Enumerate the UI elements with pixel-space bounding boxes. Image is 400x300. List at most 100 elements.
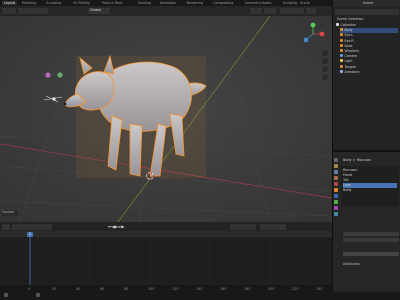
shading-options-button[interactable]	[306, 8, 316, 14]
viewport-footer[interactable]: Toolbar	[2, 210, 18, 216]
outliner-row[interactable]: Armature	[340, 69, 398, 75]
viewport-header: Global	[0, 6, 332, 16]
texture-tab-icon[interactable]	[334, 212, 338, 216]
workspace-tab[interactable]: Scripting	[283, 1, 297, 5]
timeline-menus[interactable]	[12, 223, 52, 230]
outliner-row[interactable]: Camera	[340, 54, 398, 59]
eye-object-left[interactable]	[45, 72, 51, 78]
properties-field-1[interactable]	[343, 232, 399, 236]
material-tab-icon[interactable]	[334, 206, 338, 210]
workspace-tab[interactable]: Sculpting	[46, 1, 61, 5]
mode-selector[interactable]	[18, 8, 48, 14]
workspace-tab[interactable]: Compositing	[213, 1, 233, 5]
mesh-icon	[340, 43, 343, 47]
outliner-row[interactable]: Eye.L	[340, 33, 398, 38]
editor-type-button[interactable]	[2, 8, 16, 14]
modifier-tab-icon[interactable]	[334, 194, 338, 198]
collection-icon	[336, 23, 339, 26]
overlay-button[interactable]	[250, 8, 262, 14]
outliner-row-label: Tongue	[344, 64, 356, 69]
outliner-row[interactable]: Tongue	[340, 64, 398, 70]
outliner-row-label: Collection	[340, 23, 357, 27]
pan-icon[interactable]	[322, 58, 328, 64]
outliner-row-label: Light	[344, 59, 353, 64]
data-tab-icon[interactable]	[334, 200, 338, 204]
properties-field-2[interactable]	[343, 238, 399, 242]
properties-section-header[interactable]: Attributes	[343, 262, 360, 266]
perspective-toggle-icon[interactable]	[322, 74, 328, 80]
mesh-icon	[340, 38, 343, 42]
workspace-tab[interactable]: Rendering	[187, 1, 203, 5]
gizmo-button[interactable]	[264, 8, 276, 14]
properties-add-button[interactable]	[343, 252, 399, 256]
camera-view-icon[interactable]	[322, 66, 328, 72]
nose	[63, 102, 67, 106]
properties-breadcrumb: Body > Raccoon	[343, 158, 371, 162]
outliner-search[interactable]	[335, 9, 399, 15]
workspace-tab[interactable]: Texture Paint	[102, 1, 123, 5]
breadcrumb-object[interactable]: Body	[343, 158, 352, 162]
timeline[interactable]: 1 0 20 40 60 80 100 120 140 160 180 200 220 240	[0, 231, 332, 291]
mesh-icon	[340, 28, 343, 32]
mesh-icon	[340, 64, 343, 68]
end-frame-field[interactable]	[260, 223, 286, 230]
armature-icon	[340, 69, 343, 73]
mouse-hint-icon	[4, 293, 8, 297]
workspace-tab[interactable]: UV Editing	[73, 1, 90, 5]
outliner-row[interactable]: Nose	[340, 43, 398, 49]
3d-viewport[interactable]: (1) Collection | Raccoon	[0, 16, 332, 222]
properties-list-row[interactable]: Head	[343, 173, 397, 178]
mouse-hint-icon-2	[36, 293, 40, 297]
scene-label[interactable]: Scene	[363, 1, 373, 5]
workspace-tab[interactable]: Animation	[160, 1, 176, 5]
properties-list: Raccoon Head Tail Legs Body	[341, 166, 399, 206]
properties-list-row[interactable]: Tail	[343, 178, 397, 183]
current-frame-marker[interactable]: 1	[27, 231, 33, 237]
workspace-tab[interactable]: Shading	[138, 1, 151, 5]
timeline-editor-type[interactable]	[2, 223, 10, 230]
raccoon-mesh[interactable]	[65, 54, 207, 178]
outliner-row[interactable]: Collection	[336, 23, 398, 28]
outliner-row-label: Eye.R	[344, 38, 354, 43]
zoom-icon[interactable]	[322, 50, 328, 56]
timeline-ruler	[0, 231, 332, 290]
outliner-header: Scene	[333, 0, 400, 7]
mesh-icon	[340, 49, 343, 52]
outliner-row-label: Eye.L	[344, 33, 354, 38]
world-tab-icon[interactable]	[334, 182, 338, 186]
outliner-row-label: Whiskers	[344, 49, 359, 53]
outliner-row-label: Camera	[344, 54, 358, 59]
workspace-tab[interactable]: Geometry Nodes	[245, 1, 272, 5]
outliner-row[interactable]: Light	[340, 59, 398, 64]
properties-list-row[interactable]: Body	[343, 188, 397, 193]
mesh-icon	[340, 33, 343, 37]
properties-list-row[interactable]: Raccoon	[343, 168, 397, 173]
workspace-tab[interactable]: Layout	[2, 1, 17, 5]
output-tab-icon[interactable]	[334, 170, 338, 174]
start-frame-field[interactable]	[230, 223, 256, 230]
outliner-row[interactable]: Body	[340, 28, 398, 33]
properties-list-row[interactable]: Legs	[343, 183, 397, 188]
outliner-row[interactable]: Whiskers	[340, 49, 398, 54]
tool-tab-icon[interactable]	[334, 158, 338, 162]
viewport-scene	[0, 16, 332, 222]
object-tab-icon[interactable]	[334, 188, 338, 192]
eye-object-right[interactable]	[57, 72, 63, 78]
outliner: Scene Scene Collection Collection Body Eye…	[332, 0, 400, 150]
properties-panel: Body > Raccoon Raccoon Head Tail Legs Body A…	[332, 150, 400, 292]
camera-icon	[340, 54, 343, 58]
scene-tab-icon[interactable]	[334, 176, 338, 180]
outliner-row[interactable]: Eye.R	[340, 38, 398, 44]
orientation-dropdown[interactable]: Global	[88, 8, 110, 14]
shading-buttons[interactable]	[280, 8, 304, 14]
scene-selector[interactable]: Scene	[300, 1, 310, 5]
light-icon	[340, 59, 343, 63]
outliner-row-label: Body	[344, 28, 353, 33]
workspace-tab[interactable]: Modeling	[22, 1, 37, 5]
breadcrumb-data[interactable]: Raccoon	[357, 158, 371, 162]
timeline-header: ⏮◀▶⏭▶	[0, 222, 332, 231]
outliner-row-label: Nose	[344, 43, 353, 48]
playback-controls[interactable]: ⏮◀▶⏭▶	[108, 224, 124, 229]
outliner-row-label: Armature	[344, 69, 360, 74]
render-tab-icon[interactable]	[334, 164, 338, 168]
